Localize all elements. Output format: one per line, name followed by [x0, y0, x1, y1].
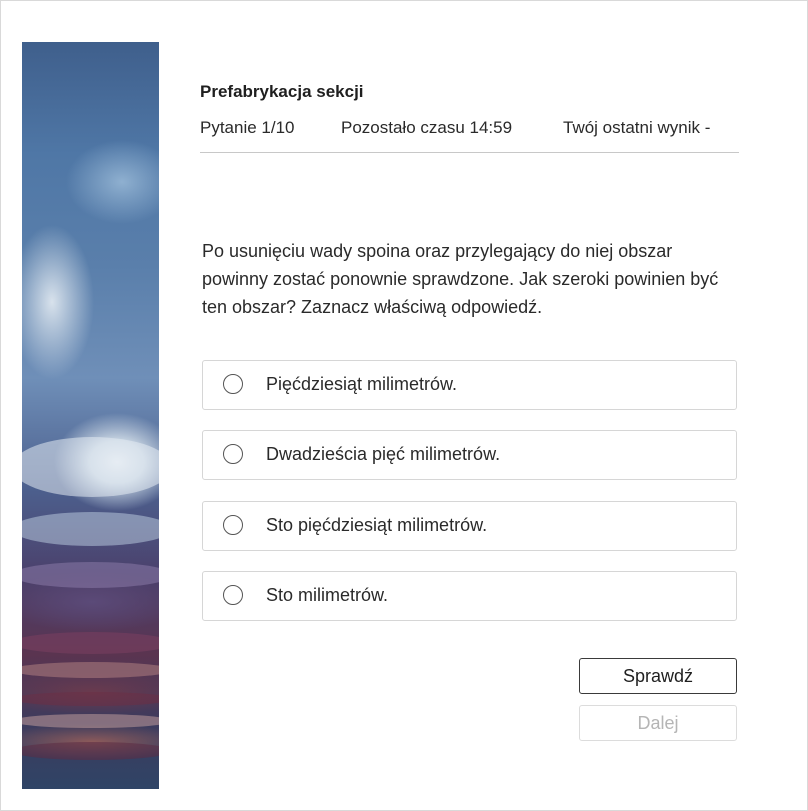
answer-option-label: Pięćdziesiąt milimetrów.: [266, 374, 458, 394]
decorative-mineral-image: [22, 42, 159, 789]
quiz-title: Prefabrykacja sekcji: [200, 82, 364, 101]
answer-option-label: Sto milimetrów.: [266, 585, 389, 605]
answer-option-4[interactable]: Sto milimetrów.: [202, 571, 737, 621]
answer-option-1[interactable]: Pięćdziesiąt milimetrów.: [202, 360, 737, 410]
question-text: Po usunięciu wady spoina oraz przylegają…: [202, 241, 719, 317]
header-divider: [200, 152, 739, 153]
next-button[interactable]: Dalej: [579, 705, 737, 741]
radio-unchecked-icon[interactable]: [223, 444, 243, 464]
check-button[interactable]: Sprawdź: [579, 658, 737, 694]
quiz-frame: Prefabrykacja sekcji Pytanie 1/10 Pozost…: [0, 0, 808, 811]
radio-unchecked-icon[interactable]: [223, 374, 243, 394]
answer-option-label: Dwadzieścia pięć milimetrów.: [266, 444, 501, 464]
radio-unchecked-icon[interactable]: [223, 585, 243, 605]
answer-option-label: Sto pięćdziesiąt milimetrów.: [266, 515, 488, 535]
question-counter: Pytanie 1/10: [200, 118, 295, 137]
answer-option-3[interactable]: Sto pięćdziesiąt milimetrów.: [202, 501, 737, 551]
radio-unchecked-icon[interactable]: [223, 515, 243, 535]
last-score: Twój ostatni wynik -: [563, 118, 711, 137]
time-remaining: Pozostało czasu 14:59: [341, 118, 513, 137]
answer-option-2[interactable]: Dwadzieścia pięć milimetrów.: [202, 430, 737, 480]
